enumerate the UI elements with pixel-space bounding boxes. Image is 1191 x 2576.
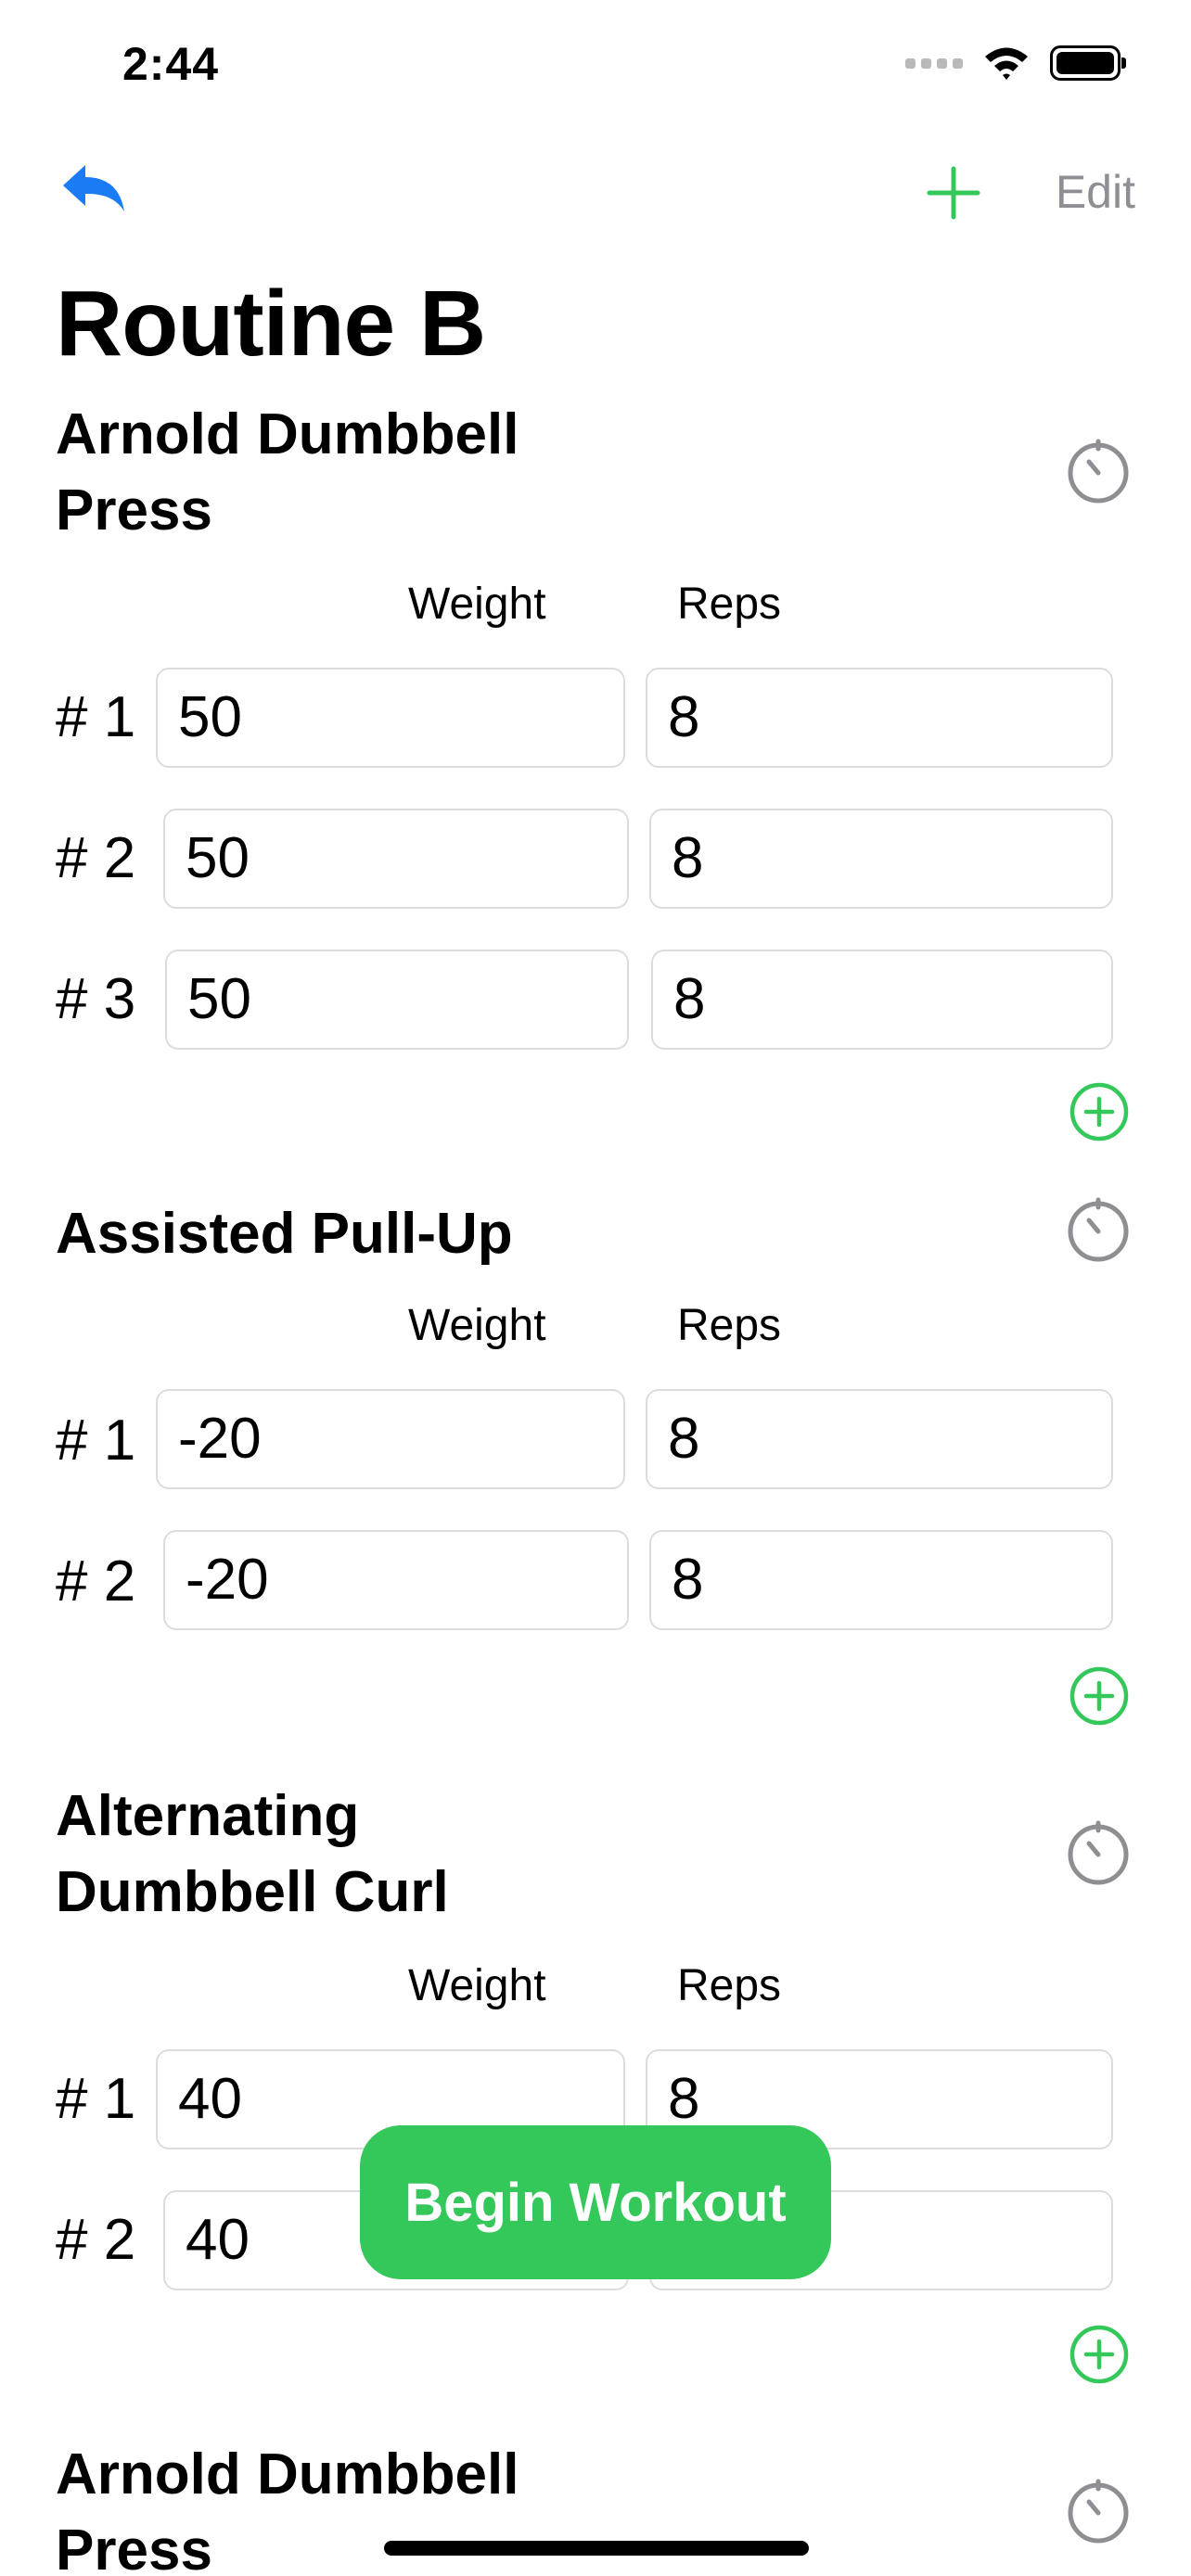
back-arrow-icon[interactable]	[56, 158, 130, 232]
plus-icon[interactable]	[924, 163, 983, 223]
exercise-name: Assisted Pull-Up	[56, 1202, 513, 1266]
reps-column-header: Reps	[677, 1961, 782, 2010]
reps-column-header: Reps	[677, 580, 782, 629]
edit-button[interactable]: Edit	[1056, 165, 1135, 219]
set-label: # 1	[56, 1409, 136, 1473]
reps-input[interactable]: 8	[651, 950, 1113, 1050]
set-label: # 1	[56, 2067, 136, 2131]
timer-icon[interactable]	[1065, 1819, 1132, 1886]
plus-circle-icon[interactable]	[1069, 1665, 1130, 1727]
set-label: # 3	[56, 967, 136, 1031]
status-time: 2:44	[122, 38, 220, 90]
weight-column-header: Weight	[408, 1301, 546, 1350]
timer-icon[interactable]	[1065, 438, 1132, 504]
set-label: # 2	[56, 2208, 136, 2272]
set-label: # 2	[56, 826, 136, 890]
timer-icon[interactable]	[1065, 1196, 1132, 1263]
battery-icon	[1050, 45, 1126, 81]
weight-input[interactable]: -20	[156, 1389, 625, 1489]
weight-input[interactable]: -20	[163, 1530, 629, 1630]
wifi-icon	[985, 47, 1028, 80]
weight-input[interactable]: 50	[156, 668, 625, 768]
reps-column-header: Reps	[677, 1301, 782, 1350]
home-indicator	[384, 2541, 809, 2556]
begin-workout-button[interactable]: Begin Workout	[360, 2125, 831, 2279]
weight-input[interactable]: 50	[165, 950, 629, 1050]
exercise-name: Arnold Dumbbell Press	[56, 402, 519, 542]
timer-icon[interactable]	[1065, 2478, 1132, 2544]
plus-circle-icon[interactable]	[1069, 1081, 1130, 1142]
reps-input[interactable]: 8	[649, 1530, 1113, 1630]
reps-input[interactable]: 8	[646, 1389, 1113, 1489]
screen: 2:44 Edit Routine B Arnold Dumbbell Pres…	[0, 0, 1191, 2576]
status-icons	[905, 45, 1126, 82]
weight-column-header: Weight	[408, 1961, 546, 2010]
plus-circle-icon[interactable]	[1069, 2324, 1130, 2385]
weight-input[interactable]: 50	[163, 809, 629, 909]
set-label: # 1	[56, 685, 136, 749]
reps-input[interactable]: 8	[649, 809, 1113, 909]
set-label: # 2	[56, 1549, 136, 1613]
page-title: Routine B	[56, 272, 486, 376]
weight-column-header: Weight	[408, 580, 546, 629]
reps-input[interactable]: 8	[646, 668, 1113, 768]
signal-icon	[905, 57, 963, 69]
exercise-name: Alternating Dumbbell Curl	[56, 1784, 449, 1924]
